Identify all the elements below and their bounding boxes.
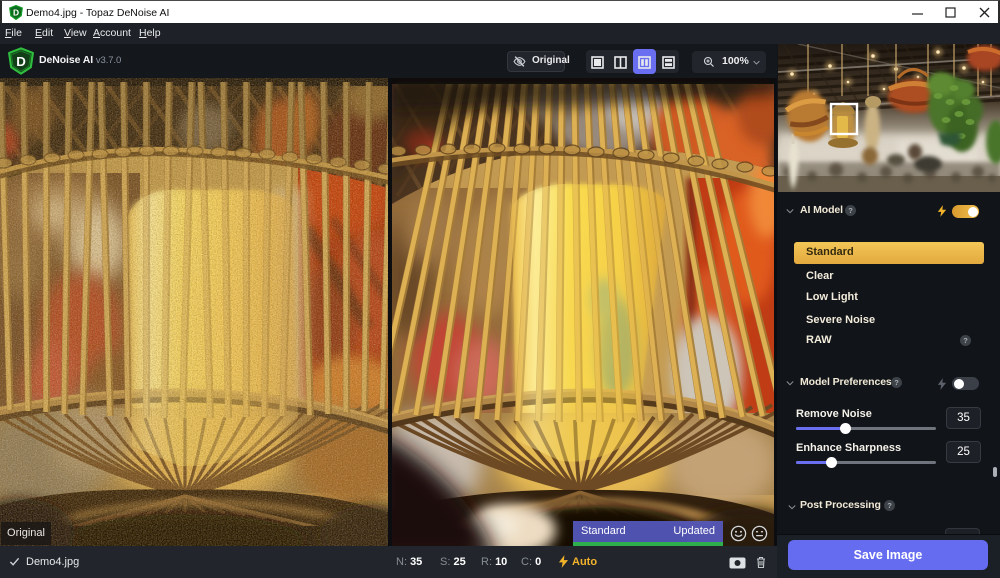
svg-text:D: D <box>16 54 26 69</box>
svg-text:D: D <box>13 8 19 18</box>
